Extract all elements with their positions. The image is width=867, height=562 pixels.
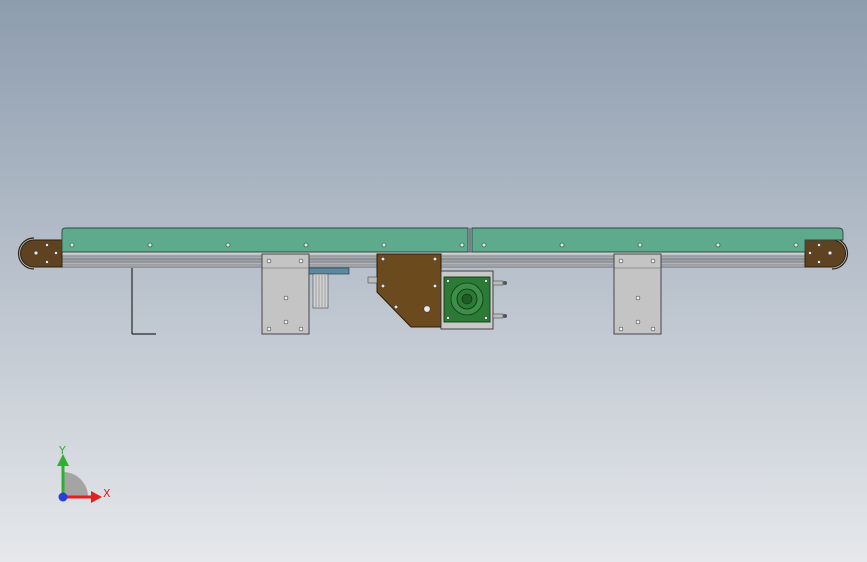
triad-y-label: Y [58,444,66,457]
cad-viewport[interactable]: Y X [0,0,867,562]
triad-z-axis-icon [58,492,68,502]
support-leg-right[interactable] [613,253,662,335]
triad-x-label: X [103,487,111,500]
support-leg-left[interactable] [261,253,310,335]
conveyor-belt[interactable] [61,227,844,253]
conveyor-assembly-view[interactable]: Y X [0,0,867,562]
